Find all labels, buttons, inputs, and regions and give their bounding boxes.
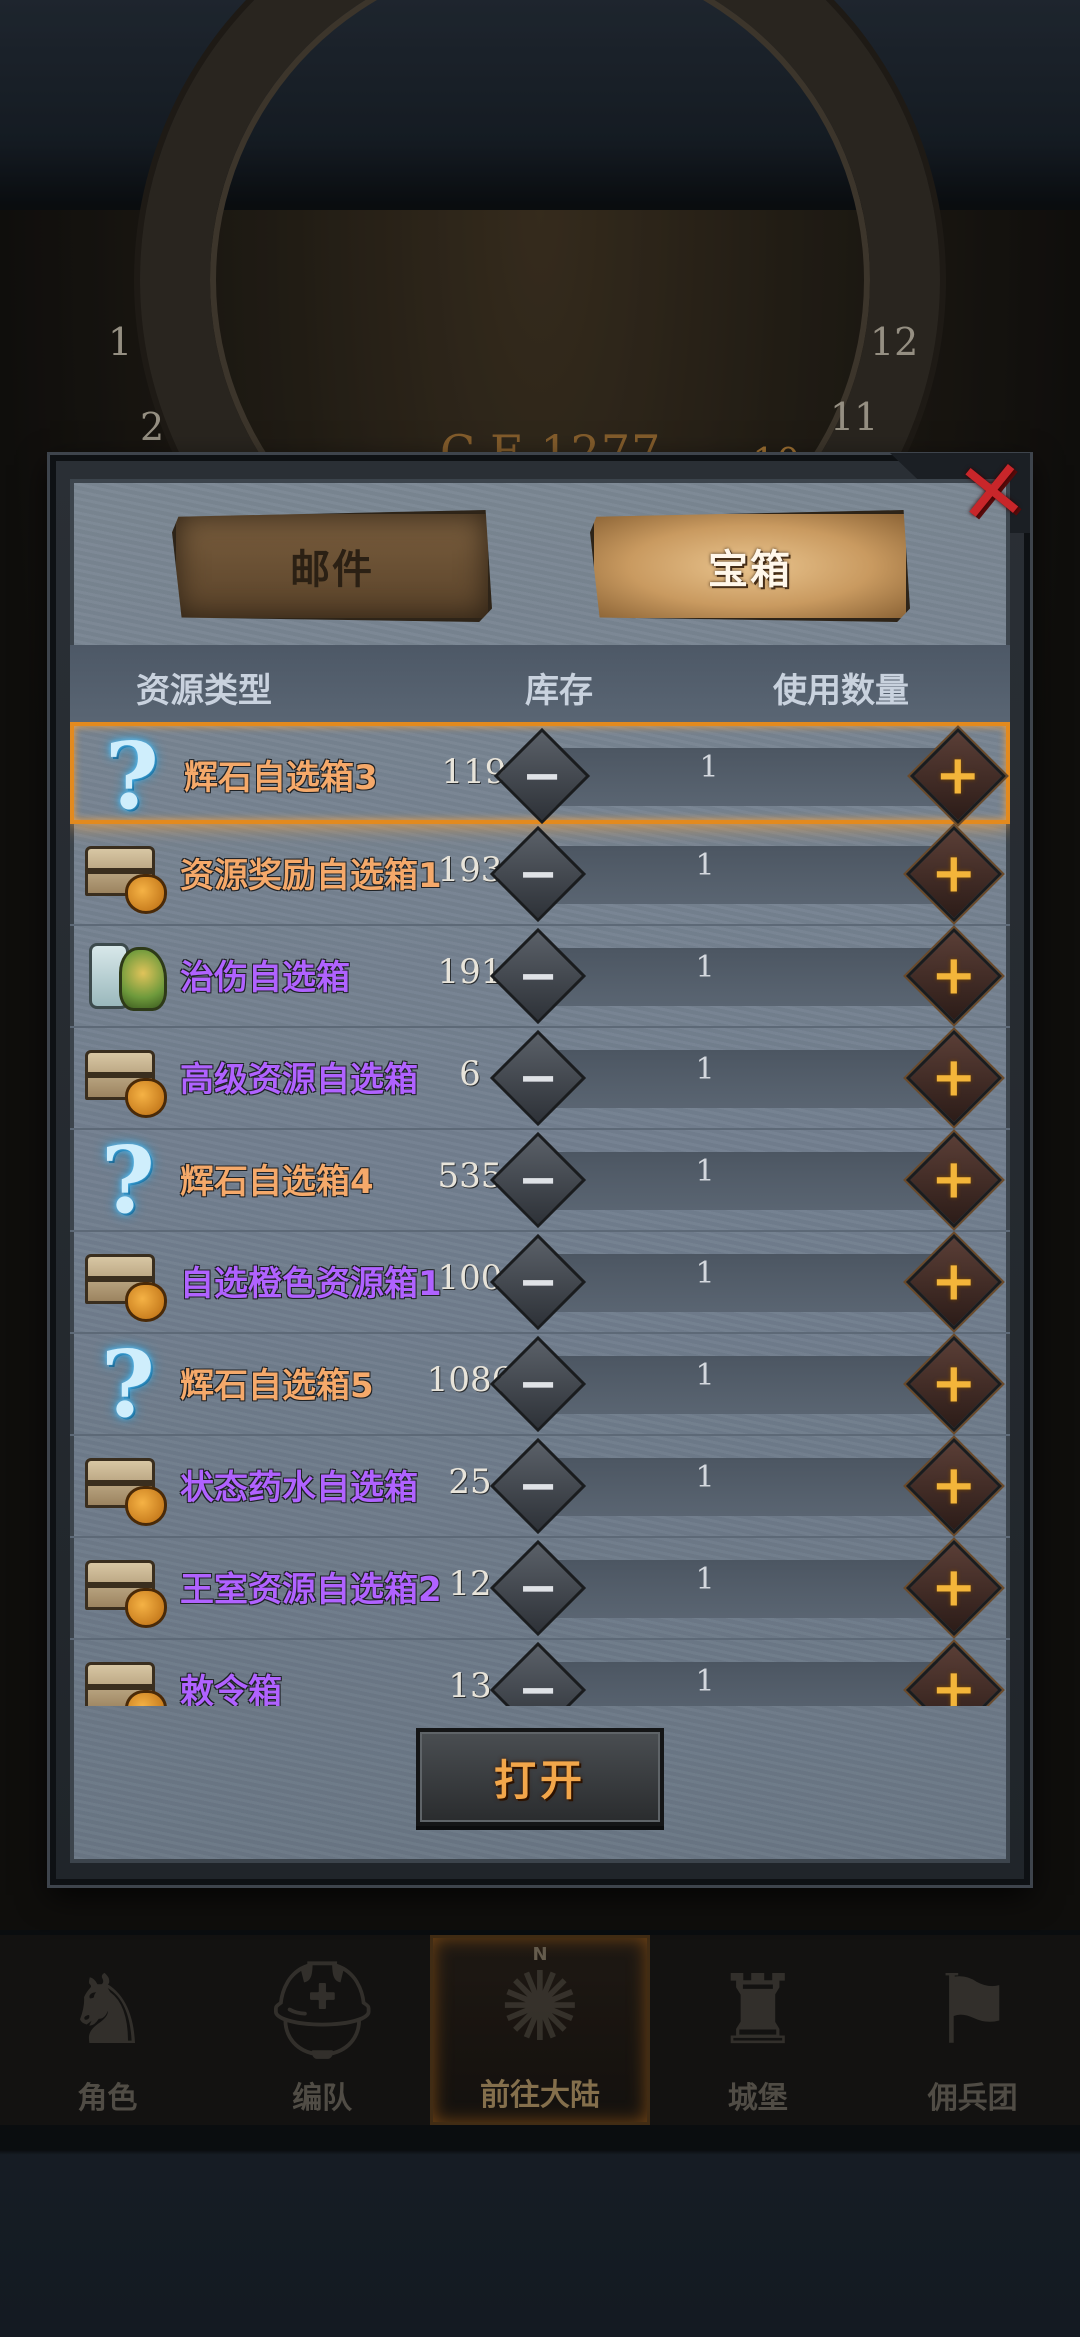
plus-button[interactable]: + (905, 1539, 1003, 1637)
item-icon (84, 1238, 172, 1326)
chest-icon (85, 1548, 171, 1628)
item-icon (84, 1646, 172, 1706)
item-icon (84, 932, 172, 1020)
plus-icon: + (931, 842, 977, 905)
list-item[interactable]: 自选橙色资源箱1 100 1− + (70, 1232, 1010, 1334)
plus-icon: + (931, 1148, 977, 1211)
chest-icon (85, 1650, 171, 1706)
question-gem-icon: ? (105, 722, 159, 830)
minus-icon: − (517, 1050, 559, 1106)
plus-button[interactable]: + (905, 1233, 1003, 1331)
minus-icon: − (517, 846, 559, 902)
chest-icon (85, 1242, 171, 1322)
item-icon (84, 1544, 172, 1632)
plus-icon: + (931, 944, 977, 1007)
minus-button[interactable]: − (493, 727, 591, 825)
item-name: 敕令箱 (180, 1672, 282, 1706)
question-gem-icon: ? (101, 1126, 155, 1234)
list-item[interactable]: 高级资源自选箱 6 1− + (70, 1028, 1010, 1130)
list-item[interactable]: ? 辉石自选箱3 119 1− + (70, 722, 1010, 830)
plus-icon: + (931, 1046, 977, 1109)
plus-icon: + (931, 1454, 977, 1517)
item-list[interactable]: ? 辉石自选箱3 119 1− + 资源奖励自选箱1 193 1− + 治伤自选箱 191 1− + 高级… (70, 722, 1010, 1706)
quantity-value[interactable]: 1 (580, 1154, 830, 1189)
plus-button[interactable]: + (905, 1335, 1003, 1433)
minus-button[interactable]: − (489, 1233, 587, 1331)
column-header: 资源类型 库存 使用数量 (70, 645, 1010, 725)
plus-button[interactable]: + (905, 1131, 1003, 1229)
plus-button[interactable]: + (905, 1437, 1003, 1535)
tab-mail[interactable]: 邮件 (172, 510, 492, 622)
game-screen: C.E.1277 ⌛ 123456789101112 ♞角色⛑编队N✺前往大陆♜… (0, 0, 1080, 2337)
item-icon (84, 1034, 172, 1122)
minus-icon: − (517, 1458, 559, 1514)
chest-icon (85, 1038, 171, 1118)
quantity-value[interactable]: 1 (580, 1256, 830, 1291)
minus-button[interactable]: − (489, 825, 587, 923)
item-name: 辉石自选箱4 (180, 1162, 374, 1202)
list-item[interactable]: ? 辉石自选箱4 535 1− + (70, 1130, 1010, 1232)
close-button[interactable]: ✕ (952, 440, 1032, 545)
quantity-value[interactable]: 1 (580, 1562, 830, 1597)
minus-button[interactable]: − (489, 1335, 587, 1433)
item-icon: ? (88, 722, 176, 830)
item-name: 辉石自选箱5 (180, 1366, 374, 1406)
item-icon (84, 1442, 172, 1530)
plus-icon: + (931, 1352, 977, 1415)
item-icon: ? (84, 1126, 172, 1234)
column-stock-label: 库存 (525, 671, 593, 711)
list-item[interactable]: 治伤自选箱 191 1− + (70, 926, 1010, 1028)
plus-button[interactable]: + (905, 927, 1003, 1025)
minus-icon: − (517, 1152, 559, 1208)
item-name: 辉石自选箱3 (184, 758, 378, 798)
quantity-value[interactable]: 1 (580, 1052, 830, 1087)
minus-icon: − (517, 1560, 559, 1616)
plus-icon: + (931, 1658, 977, 1706)
question-gem-icon: ? (101, 1330, 155, 1438)
minus-icon: − (517, 1254, 559, 1310)
list-item[interactable]: 状态药水自选箱 25 1− + (70, 1436, 1010, 1538)
minus-icon: − (517, 948, 559, 1004)
plus-button[interactable]: + (905, 1641, 1003, 1706)
quantity-value[interactable]: 1 (584, 750, 834, 785)
plus-button[interactable]: + (909, 727, 1007, 825)
quantity-value[interactable]: 1 (580, 950, 830, 985)
item-name: 治伤自选箱 (180, 958, 350, 998)
column-type-label: 资源类型 (136, 671, 272, 711)
plus-icon: + (935, 744, 981, 807)
minus-button[interactable]: − (489, 1131, 587, 1229)
quantity-value[interactable]: 1 (580, 1358, 830, 1393)
plus-icon: + (931, 1556, 977, 1619)
potion-icon (85, 933, 171, 1019)
quantity-value[interactable]: 1 (580, 1460, 830, 1495)
minus-button[interactable]: − (489, 1029, 587, 1127)
column-qty-label: 使用数量 (773, 671, 909, 711)
plus-icon: + (931, 1250, 977, 1313)
minus-button[interactable]: − (489, 927, 587, 1025)
list-item[interactable]: ? 辉石自选箱5 1086 1− + (70, 1334, 1010, 1436)
minus-button[interactable]: − (489, 1539, 587, 1637)
quantity-value[interactable]: 1 (580, 1664, 830, 1699)
chest-icon (85, 1446, 171, 1526)
minus-icon: − (517, 1356, 559, 1412)
open-button[interactable]: 打开 (416, 1728, 664, 1826)
plus-button[interactable]: + (905, 825, 1003, 923)
item-icon: ? (84, 1330, 172, 1438)
list-item[interactable]: 敕令箱 13 1− + (70, 1640, 1010, 1706)
minus-icon: − (521, 748, 563, 804)
plus-button[interactable]: + (905, 1029, 1003, 1127)
list-item[interactable]: 资源奖励自选箱1 193 1− + (70, 824, 1010, 926)
tab-chest[interactable]: 宝箱 (590, 510, 910, 622)
item-icon (84, 830, 172, 918)
list-item[interactable]: 王室资源自选箱2 12 1− + (70, 1538, 1010, 1640)
minus-button[interactable]: − (489, 1437, 587, 1535)
chest-icon (85, 834, 171, 914)
minus-icon: − (517, 1662, 559, 1706)
quantity-value[interactable]: 1 (580, 848, 830, 883)
